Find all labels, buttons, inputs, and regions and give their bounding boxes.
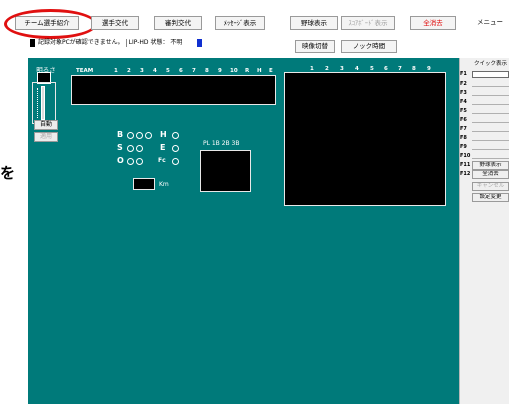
quick-slot-f10[interactable] <box>472 158 509 159</box>
hits-header: H <box>257 68 262 74</box>
quick-key-f5: F5 <box>460 108 467 114</box>
quick-settings-change-button[interactable]: 設定変更 <box>472 193 509 202</box>
inning-8: 8 <box>205 68 209 74</box>
ball-lamp-3 <box>145 132 152 139</box>
speed-box <box>133 178 155 190</box>
error-lamp <box>172 145 179 152</box>
out-lamp-1 <box>127 158 134 165</box>
quick-all-clear-button[interactable]: 全消去 <box>472 170 509 179</box>
quick-slot-f6[interactable] <box>472 122 509 123</box>
fielders-choice-lamp <box>172 158 179 165</box>
position-labels: PL 1B 2B 3B <box>203 140 240 147</box>
edge-text: を <box>0 164 16 182</box>
strike-lamp-1 <box>127 145 134 152</box>
brightness-slider[interactable] <box>41 86 45 120</box>
scoreboard-display-button[interactable]: ｽｺｱﾎﾞｰﾄﾞ表示 <box>341 16 395 30</box>
inning-9: 9 <box>218 68 222 74</box>
apply-brightness-button[interactable]: 適用 <box>34 132 58 142</box>
quick-f1-input[interactable] <box>472 71 509 78</box>
quick-key-f7: F7 <box>460 126 467 132</box>
strike-lamp-2 <box>136 145 143 152</box>
team-score-board <box>71 75 276 105</box>
inning-6: 6 <box>179 68 183 74</box>
brightness-slider-ticks <box>37 88 39 118</box>
runs-header: R <box>245 68 250 74</box>
quick-slot-f9[interactable] <box>472 149 509 150</box>
quick-key-f12: F12 <box>460 171 471 177</box>
speed-unit-label: Km <box>159 181 169 188</box>
umpire-change-button[interactable]: 審判交代 <box>154 16 202 30</box>
player-change-button[interactable]: 選手交代 <box>91 16 139 30</box>
ball-label: B <box>117 130 124 139</box>
inning-1: 1 <box>114 68 118 74</box>
quick-slot-f4[interactable] <box>472 104 509 105</box>
video-switch-button[interactable]: 映像切替 <box>295 40 335 53</box>
quick-slot-f7[interactable] <box>472 131 509 132</box>
status-bar: 記録対象PCが確認できません。 LIP-HD 状態： 不明 <box>38 38 182 48</box>
hit-lamp <box>172 132 179 139</box>
highlight-circle <box>4 9 97 39</box>
inning-4: 4 <box>153 68 157 74</box>
quick-key-f4: F4 <box>460 99 467 105</box>
quick-key-f9: F9 <box>460 144 467 150</box>
status-indicator-left <box>30 39 35 47</box>
quick-key-f8: F8 <box>460 135 467 141</box>
quick-key-f6: F6 <box>460 117 467 123</box>
quick-slot-f5[interactable] <box>472 113 509 114</box>
member-display-board <box>284 72 446 206</box>
strike-label: S <box>117 143 123 152</box>
quick-slot-f2[interactable] <box>472 86 509 87</box>
quick-slot-f3[interactable] <box>472 95 509 96</box>
device-label: LIP-HD 状態： <box>128 39 169 46</box>
menu-button[interactable]: メニュー <box>472 16 508 30</box>
ball-lamp-2 <box>136 132 143 139</box>
quick-key-f3: F3 <box>460 90 467 96</box>
position-board <box>200 150 251 192</box>
fielders-choice-label: Fc <box>158 157 166 164</box>
device-state: 不明 <box>170 39 183 46</box>
status-message: 記録対象PCが確認できません。 <box>38 39 124 46</box>
inning-10: 10 <box>230 68 238 74</box>
team-label: TEAM <box>76 68 94 74</box>
inning-2: 2 <box>127 68 131 74</box>
error-label: E <box>160 143 166 152</box>
errors-header: E <box>269 68 273 74</box>
inning-5: 5 <box>166 68 170 74</box>
inning-7: 7 <box>192 68 196 74</box>
quick-key-f2: F2 <box>460 81 467 87</box>
ball-lamp-1 <box>127 132 134 139</box>
message-display-button[interactable]: ﾒｯｾｰｼﾞ表示 <box>215 16 265 30</box>
quick-key-f10: F10 <box>460 153 471 159</box>
status-indicator-right <box>197 39 202 47</box>
fielder-display-button[interactable]: 野球表示 <box>290 16 338 30</box>
quick-key-f11: F11 <box>460 162 471 168</box>
clear-all-button[interactable]: 全消去 <box>410 16 456 30</box>
out-label: O <box>117 156 124 165</box>
quick-cancel-button[interactable]: キャンセル <box>472 182 509 191</box>
quick-display-title: クイック表示 <box>473 61 507 67</box>
knock-time-button[interactable]: ノック時間 <box>341 40 397 53</box>
out-lamp-2 <box>136 158 143 165</box>
quick-slot-f8[interactable] <box>472 140 509 141</box>
quick-key-f1: F1 <box>460 71 467 77</box>
hit-label: H <box>160 130 167 139</box>
auto-brightness-button[interactable]: 自動 <box>34 120 58 130</box>
quick-fielder-display-button[interactable]: 野球表示 <box>472 161 509 170</box>
inning-3: 3 <box>140 68 144 74</box>
